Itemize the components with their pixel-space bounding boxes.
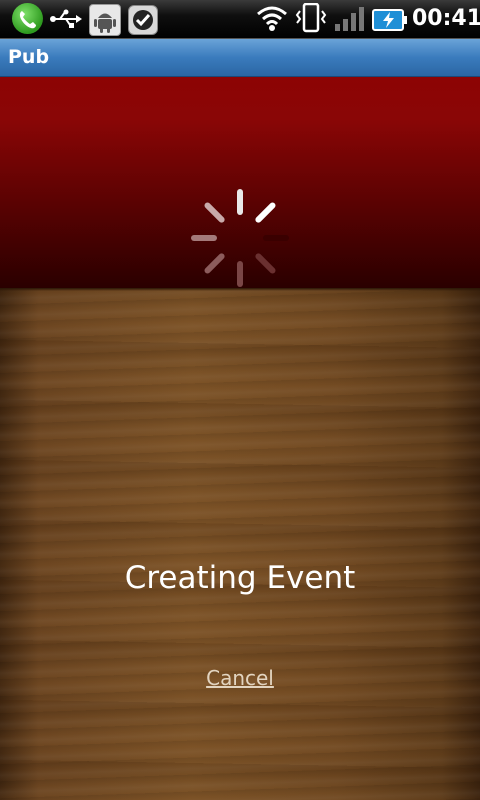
usb-icon: [50, 9, 82, 33]
loading-message: Creating Event: [124, 560, 356, 596]
app-title: Pub: [8, 46, 50, 68]
wood-background: [0, 288, 480, 800]
loading-spinner-icon: [180, 178, 300, 298]
check-icon: [128, 5, 158, 35]
title-bar: Pub: [0, 39, 480, 77]
signal-icon: [334, 6, 366, 36]
status-clock: 00:41: [412, 6, 480, 31]
battery-icon: [372, 8, 408, 36]
phone-icon: [12, 3, 43, 34]
android-icon: [89, 4, 121, 36]
cancel-link[interactable]: Cancel: [0, 666, 480, 690]
status-bar: 00:41: [0, 0, 480, 39]
wifi-icon: [256, 4, 288, 36]
vibrate-icon: [294, 2, 328, 37]
